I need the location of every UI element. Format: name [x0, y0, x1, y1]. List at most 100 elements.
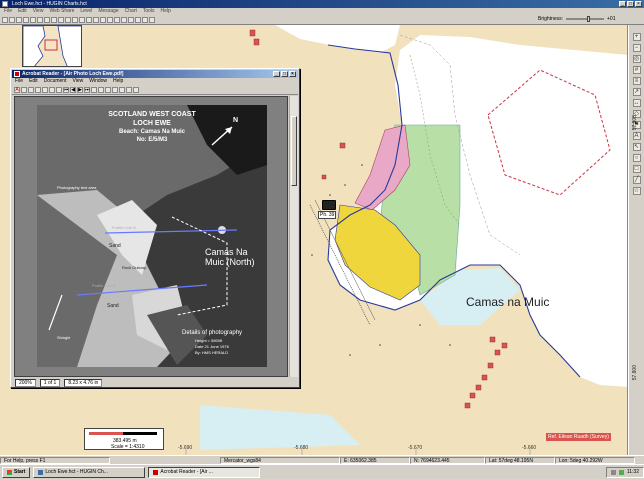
- reader-menu-view[interactable]: View: [72, 78, 83, 85]
- text-select-icon[interactable]: [56, 86, 62, 93]
- zoom-out-icon[interactable]: [65, 16, 71, 23]
- start-button[interactable]: Start: [2, 466, 31, 478]
- text-tool-icon[interactable]: A: [632, 132, 641, 140]
- save-icon[interactable]: [16, 16, 22, 23]
- annotation-photography: Photography text area: [57, 185, 97, 190]
- help-icon[interactable]: [149, 16, 155, 23]
- previous-page-icon[interactable]: ◀: [70, 86, 76, 93]
- zoom-out-button[interactable]: −: [632, 44, 641, 52]
- menu-web-share[interactable]: Web Share: [49, 8, 74, 15]
- scale-bar-black: [123, 432, 157, 435]
- open-icon[interactable]: [9, 16, 15, 23]
- measure-icon[interactable]: [86, 16, 92, 23]
- annotation-profile-e: Profile Line E: [92, 283, 116, 288]
- hand-tool-icon[interactable]: [42, 86, 48, 93]
- zoom-tool-icon[interactable]: [49, 86, 55, 93]
- acrobat-reader-window[interactable]: Acrobat Reader - [Air Photo Loch Ewe.pdf…: [10, 68, 300, 388]
- reader-email-icon[interactable]: [35, 86, 41, 93]
- status-easting: E: 635062.385: [340, 456, 410, 464]
- reader-close-button[interactable]: ×: [289, 71, 296, 77]
- arrow-tool-icon[interactable]: ↖: [632, 143, 641, 151]
- reader-document-area[interactable]: SCOTLAND WEST COAST LOCH EWE Beach: Cama…: [14, 96, 288, 377]
- camera-icon[interactable]: [322, 200, 336, 210]
- go-forward-icon[interactable]: [98, 86, 104, 93]
- pan-icon[interactable]: [72, 16, 78, 23]
- scale-bar: 383.495 m Scale = 1:4310: [84, 428, 164, 450]
- page-counter[interactable]: 1 of 1: [39, 378, 61, 387]
- fit-width-icon[interactable]: [119, 86, 125, 93]
- acrobat-icon: [14, 71, 20, 77]
- acrobat-logo-icon[interactable]: A: [14, 86, 20, 93]
- reader-print-icon[interactable]: [28, 86, 34, 93]
- settings-icon[interactable]: [142, 16, 148, 23]
- layer-toggle-icon[interactable]: ≡: [632, 77, 641, 85]
- target-icon[interactable]: ◎: [632, 55, 641, 63]
- task-acrobat-label: Acrobat Reader - [Air ...: [160, 468, 213, 475]
- reader-minimize-button[interactable]: _: [273, 71, 280, 77]
- route-tool-icon[interactable]: ↗: [632, 88, 641, 96]
- grid-icon[interactable]: [114, 16, 120, 23]
- rotate-icon[interactable]: [126, 86, 132, 93]
- photo-icon[interactable]: [128, 16, 134, 23]
- actual-size-icon[interactable]: [105, 86, 111, 93]
- reader-menu-help[interactable]: Help: [113, 78, 123, 85]
- minimize-button[interactable]: _: [619, 1, 626, 7]
- zoom-in-icon[interactable]: [58, 16, 64, 23]
- maximize-button[interactable]: □: [627, 1, 634, 7]
- close-button[interactable]: ×: [635, 1, 642, 7]
- photo-heading-4: No: E/5/M3: [136, 137, 168, 143]
- reader-maximize-button[interactable]: □: [281, 71, 288, 77]
- info-icon[interactable]: [121, 16, 127, 23]
- copy-icon[interactable]: [37, 16, 43, 23]
- refresh-icon[interactable]: [135, 16, 141, 23]
- first-page-icon[interactable]: ⏮: [63, 86, 69, 93]
- brightness-slider-handle[interactable]: [587, 16, 591, 22]
- last-page-icon[interactable]: ⏭: [84, 86, 90, 93]
- zoom-in-button[interactable]: +: [632, 33, 641, 41]
- reader-open-icon[interactable]: [21, 86, 27, 93]
- reader-menu-file[interactable]: File: [15, 78, 23, 85]
- layer-icon[interactable]: [93, 16, 99, 23]
- line-tool-icon[interactable]: ╱: [632, 176, 641, 184]
- print-icon[interactable]: [23, 16, 29, 23]
- grid-icon[interactable]: #: [632, 66, 641, 74]
- menu-edit[interactable]: Edit: [18, 8, 27, 15]
- status-longitude: Lon: 5deg 40.292W: [555, 456, 635, 464]
- waypoint-icon[interactable]: [107, 16, 113, 23]
- star-icon[interactable]: ☆: [632, 187, 641, 195]
- cut-icon[interactable]: [30, 16, 36, 23]
- task-hugin[interactable]: Loch Ewe.hct - HUGIN Ch...: [33, 466, 146, 478]
- select-icon[interactable]: [79, 16, 85, 23]
- zoom-level-field[interactable]: 200%: [15, 378, 36, 387]
- new-icon[interactable]: [2, 16, 8, 23]
- speaker-icon[interactable]: [610, 469, 616, 475]
- menu-chart[interactable]: Chart: [125, 8, 137, 15]
- task-acrobat[interactable]: Acrobat Reader - [Air ...: [148, 466, 261, 478]
- route-icon[interactable]: [100, 16, 106, 23]
- next-page-icon[interactable]: ▶: [77, 86, 83, 93]
- menu-message[interactable]: Message: [98, 8, 118, 15]
- overview-map[interactable]: [22, 25, 82, 67]
- find-icon[interactable]: [133, 86, 139, 93]
- reader-vertical-scrollbar[interactable]: [289, 96, 298, 377]
- network-icon[interactable]: [618, 469, 624, 475]
- paste-icon[interactable]: [44, 16, 50, 23]
- square-tool-icon[interactable]: □: [632, 165, 641, 173]
- go-back-icon[interactable]: [91, 86, 97, 93]
- reader-menu-edit[interactable]: Edit: [29, 78, 38, 85]
- menu-help[interactable]: Help: [161, 8, 171, 15]
- menu-file[interactable]: File: [4, 8, 12, 15]
- brightness-slider[interactable]: [566, 16, 605, 22]
- red-reference-tag[interactable]: Ref. Eilean Ruadh (Survey): [546, 433, 611, 441]
- reader-scroll-thumb[interactable]: [291, 116, 297, 186]
- menu-tools[interactable]: Tools: [143, 8, 155, 15]
- menu-level[interactable]: Level: [80, 8, 92, 15]
- fit-page-icon[interactable]: [112, 86, 118, 93]
- menu-view[interactable]: View: [33, 8, 44, 15]
- reader-menu-window[interactable]: Window: [89, 78, 107, 85]
- reader-menu-document[interactable]: Document: [44, 78, 67, 85]
- undo-icon[interactable]: [51, 16, 57, 23]
- circle-tool-icon[interactable]: ○: [632, 154, 641, 162]
- scale-bar-red: [89, 432, 123, 435]
- measure-tool-icon[interactable]: ↔: [632, 99, 641, 107]
